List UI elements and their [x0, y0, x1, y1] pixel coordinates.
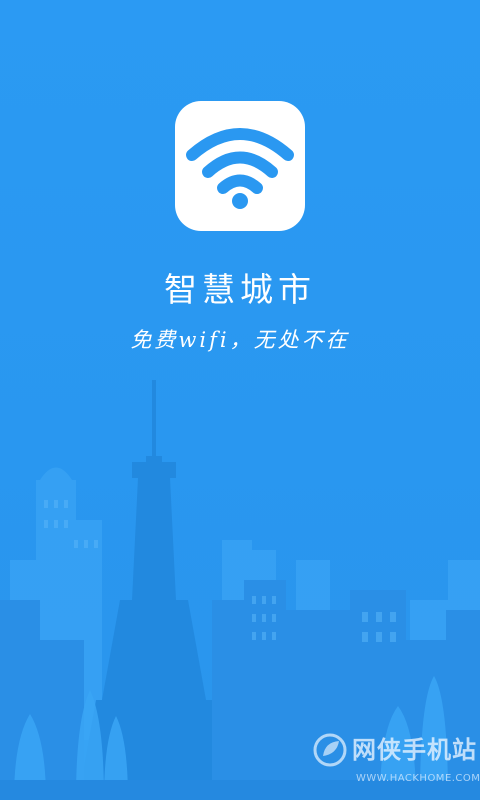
- splash-screen: 智慧城市 免费wifi，无处不在 网侠手机站 WWW.HACKHOME.COM: [0, 0, 480, 800]
- watermark: 网侠手机站 WWW.HACKHOME.COM: [306, 728, 480, 794]
- watermark-text: 网侠手机站: [352, 736, 477, 764]
- app-icon: [175, 101, 305, 231]
- app-title: 智慧城市: [164, 270, 316, 309]
- app-slogan: 免费wifi，无处不在: [130, 328, 350, 352]
- wifi-icon: [186, 128, 294, 209]
- watermark-url: WWW.HACKHOME.COM: [356, 773, 480, 784]
- leaf-logo-icon: [313, 733, 347, 767]
